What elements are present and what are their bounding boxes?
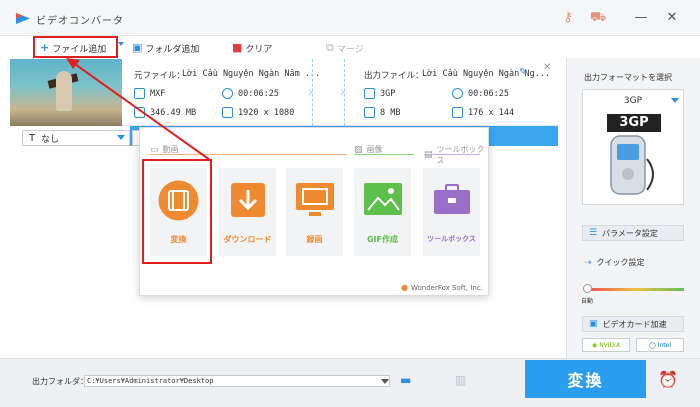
resolution-icon — [222, 107, 233, 118]
cart-icon[interactable]: ⛟ — [590, 10, 606, 26]
format-icon — [364, 88, 375, 99]
merge-button[interactable]: ⧉ マージ — [326, 40, 364, 56]
source-duration: 00:06:25 — [238, 89, 279, 99]
edit-output-icon[interactable]: ✎ — [519, 67, 527, 78]
output-resolution: 176 x 144 — [468, 108, 515, 118]
parameter-settings-label: パラメータ設定 — [602, 228, 658, 238]
output-label: 出力ファイル： — [364, 71, 424, 81]
toolbox-category-icon: ▤ — [424, 150, 433, 160]
chevron-down-icon — [671, 98, 679, 103]
merge-label: マージ — [336, 44, 364, 55]
trash-icon: ■ — [232, 41, 243, 54]
right-panel: 出力フォーマットを選択 3GP 3GP ☰ パラメータ設定 ⇢ クイック設定 自… — [566, 58, 700, 358]
add-folder-label: フォルダ追加 — [145, 44, 200, 55]
resolution-icon — [452, 107, 463, 118]
output-folder-field[interactable]: C:¥Users¥Administrator¥Desktop — [84, 375, 390, 387]
image-category-icon: ▨ — [354, 144, 363, 155]
screen-record-icon — [296, 183, 334, 216]
brand-credit: ● WonderFox Soft, Inc. — [401, 283, 483, 292]
app-title: ビデオコンバータ — [36, 16, 124, 27]
output-size: 8 MB — [380, 108, 401, 118]
output-folder-label: 出力フォルダ： — [32, 377, 88, 386]
arrow-right-icon: › — [340, 85, 345, 99]
sliders-icon: ☰ — [589, 228, 598, 238]
add-file-highlight — [33, 36, 118, 58]
intel-label: Intel — [657, 341, 671, 349]
clock-icon — [222, 88, 233, 99]
gif-tile-label: GIF作成 — [366, 235, 398, 244]
nvidia-badge[interactable]: ◉ NVIDIA — [582, 338, 630, 352]
convert-button[interactable]: 変換 — [525, 360, 646, 398]
text-icon: T — [29, 132, 36, 144]
subtitle-value: なし — [41, 134, 60, 145]
category-toolbox: ▤ ツールボックス — [424, 144, 488, 166]
pointer-arrow-icon — [66, 58, 211, 161]
download-icon — [231, 183, 265, 217]
chevron-down-icon[interactable] — [381, 379, 389, 384]
quick-setting-icon: ⇢ — [584, 257, 592, 268]
clock-icon — [452, 88, 463, 99]
quick-setting: ⇢ クイック設定 — [584, 257, 645, 268]
slider-label: 自動 — [581, 298, 594, 305]
format-badge: 3GP — [619, 115, 649, 130]
convert-tile-highlight — [142, 159, 212, 264]
quality-slider-thumb[interactable] — [583, 284, 592, 293]
gpu-acceleration-label: ビデオカード加速 — [602, 319, 667, 329]
format-name: 3GP — [623, 96, 643, 106]
toolbox-icon — [434, 184, 470, 214]
intel-badge[interactable]: ◯ Intel — [636, 338, 684, 352]
remove-file-icon[interactable]: ✕ — [543, 62, 551, 73]
format-selector[interactable]: 3GP 3GP — [582, 89, 684, 205]
category-toolbox-label: ツールボックス — [436, 145, 485, 165]
record-tile-label: 録画 — [306, 235, 323, 244]
download-tile[interactable]: ダウンロード — [219, 168, 276, 256]
gpu-icon: ▣ — [589, 319, 598, 329]
source-resolution: 1920 x 1080 — [238, 108, 295, 118]
gif-image-icon — [364, 183, 402, 215]
output-duration: 00:06:25 — [468, 89, 509, 99]
toolbox-tile[interactable]: ツールボックス — [423, 168, 480, 256]
record-tile[interactable]: 録画 — [286, 168, 343, 256]
alarm-clock-icon[interactable]: ⏰ — [658, 370, 678, 389]
merge-icon: ⧉ — [326, 41, 334, 54]
clear-button[interactable]: ■ クリア — [232, 40, 272, 56]
arrow-right-icon: › — [308, 85, 313, 99]
bottom-bar: 出力フォルダ： C:¥Users¥Administrator¥Desktop ▬… — [0, 358, 700, 407]
select-format-label: 出力フォーマットを選択 — [584, 73, 672, 82]
output-name: Lời Cầu Nguyện Ngàn Ng... — [422, 69, 550, 79]
toolbox-tile-label: ツールボックス — [427, 235, 476, 243]
wonderfox-logo-icon: ● — [401, 283, 408, 292]
app-logo-icon — [16, 13, 30, 24]
parameter-settings-button[interactable]: ☰ パラメータ設定 — [582, 225, 684, 241]
download-tile-label: ダウンロード — [223, 235, 272, 244]
key-icon[interactable]: ⚷ — [560, 10, 576, 26]
output-format: 3GP — [380, 89, 396, 99]
nvidia-logo-icon: ◉ — [591, 341, 598, 349]
brand-text: WonderFox Soft, Inc. — [410, 283, 483, 292]
minimize-button[interactable]: — — [633, 10, 649, 26]
add-folder-button[interactable]: ▣ フォルダ追加 — [132, 40, 199, 56]
open-folder-icon[interactable]: ▬ — [400, 373, 411, 387]
clear-label: クリア — [245, 44, 273, 55]
title-bar: ビデオコンバータ ⚷ ⛟ — ✕ — [0, 0, 700, 36]
gpu-acceleration-button[interactable]: ▣ ビデオカード加速 — [582, 316, 684, 332]
size-icon — [364, 107, 375, 118]
quality-slider-track[interactable] — [588, 288, 684, 291]
quick-setting-label: クイック設定 — [596, 258, 645, 267]
folder-icon: ▣ — [132, 41, 143, 54]
close-button[interactable]: ✕ — [664, 10, 680, 26]
intel-logo-icon: ◯ — [648, 341, 656, 349]
add-file-dropdown-icon[interactable] — [118, 42, 124, 46]
nvidia-label: NVIDIA — [599, 341, 621, 349]
history-icon[interactable]: ▥ — [455, 373, 466, 387]
gif-tile[interactable]: GIF作成 — [354, 168, 411, 256]
